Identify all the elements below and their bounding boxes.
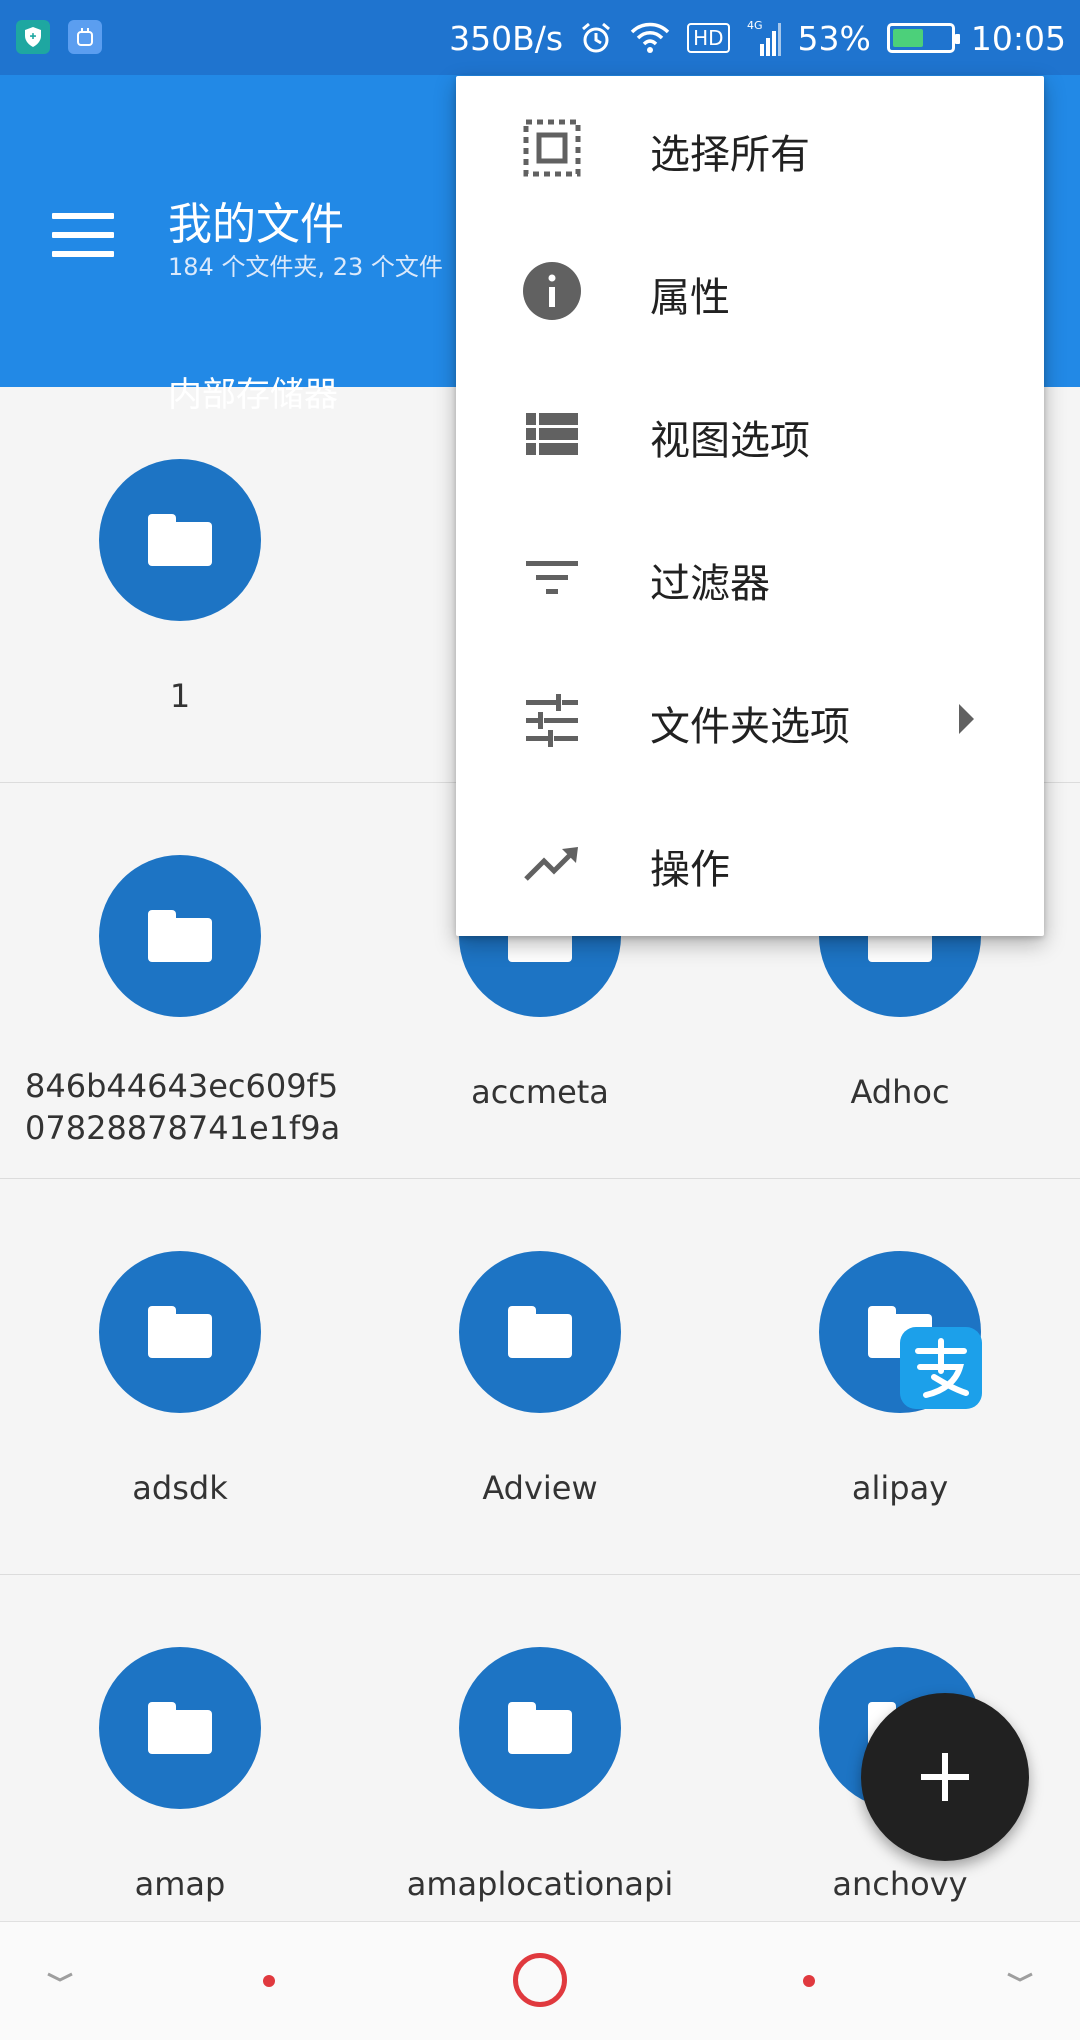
- folder-name-line2: 07828878741e1f9a: [25, 1109, 341, 1147]
- select-all-icon: [523, 119, 581, 177]
- svg-text:✚: ✚: [30, 32, 37, 41]
- battery-icon: [886, 23, 960, 53]
- folder-name: amaplocationapi: [406, 1865, 674, 1903]
- folder-name: anchovy: [832, 1865, 968, 1903]
- menu-item-label: 操作: [650, 847, 730, 893]
- chevron-down-icon[interactable]: [44, 1962, 76, 1994]
- file-manager-screen: ✚ 350B/s HD 4G 53% 10:05 我的文件 184 个文件夹, …: [0, 0, 1080, 2040]
- folder-name: Adhoc: [850, 1073, 950, 1111]
- menu-item-label: 选择所有: [650, 132, 810, 178]
- chevron-down-icon[interactable]: [1004, 1962, 1036, 1994]
- submenu-arrow-icon: [959, 704, 974, 734]
- tune-icon: [526, 694, 578, 747]
- menu-item-select-all[interactable]: 选择所有: [456, 76, 1044, 219]
- menu-item-filter[interactable]: 过滤器: [456, 505, 1044, 648]
- menu-item-view-options[interactable]: 视图选项: [456, 362, 1044, 505]
- clock: 10:05: [970, 18, 1066, 58]
- menu-item-folder-options[interactable]: 文件夹选项: [456, 648, 1044, 791]
- folder-item[interactable]: 1: [0, 387, 360, 783]
- shield-app-icon: ✚: [16, 20, 50, 54]
- folder-name: 1: [169, 677, 191, 715]
- folder-item[interactable]: 846b44643ec609f5 07828878741e1f9a: [0, 783, 360, 1179]
- wifi-icon: [629, 21, 671, 55]
- view-list-icon: [526, 413, 578, 455]
- folder-name: accmeta: [471, 1073, 609, 1111]
- svg-text:4G: 4G: [747, 19, 763, 32]
- folder-item[interactable]: alipay: [720, 1179, 1080, 1575]
- nav-recent-dot[interactable]: [803, 1975, 815, 1987]
- alipay-badge-icon: [900, 1327, 982, 1409]
- alarm-icon: [579, 21, 613, 55]
- folder-name: amap: [134, 1865, 226, 1903]
- folder-icon: [99, 1251, 261, 1413]
- overflow-menu: 选择所有 属性 视图选项 过滤器 文件夹选项 操作: [456, 76, 1044, 936]
- folder-name: adsdk: [132, 1469, 228, 1507]
- folder-icon: [99, 459, 261, 621]
- menu-item-label: 视图选项: [650, 418, 810, 464]
- signal-icon: 4G: [746, 18, 782, 58]
- battery-percent: 53%: [797, 18, 871, 58]
- folder-item[interactable]: amap: [0, 1575, 360, 1971]
- folder-item[interactable]: adsdk: [0, 1179, 360, 1575]
- menu-item-label: 过滤器: [650, 561, 770, 607]
- plus-icon: [921, 1753, 969, 1801]
- folder-name-line1: 846b44643ec609f5: [25, 1067, 339, 1105]
- filter-icon: [526, 561, 578, 594]
- add-button[interactable]: [861, 1693, 1029, 1861]
- menu-item-actions[interactable]: 操作: [456, 791, 1044, 934]
- hd-badge: HD: [687, 23, 730, 53]
- folder-item[interactable]: Adview: [360, 1179, 720, 1575]
- info-icon: [523, 262, 581, 320]
- folder-icon: [459, 1251, 621, 1413]
- menu-item-properties[interactable]: 属性: [456, 219, 1044, 362]
- network-speed: 350B/s: [449, 18, 564, 58]
- nav-home-button[interactable]: [513, 1953, 567, 2007]
- trending-icon: [524, 847, 578, 881]
- folder-name: 846b44643ec609f5 07828878741e1f9a: [25, 1065, 355, 1149]
- folder-icon: [99, 855, 261, 1017]
- menu-item-label: 文件夹选项: [650, 704, 850, 750]
- menu-item-label: 属性: [650, 275, 730, 321]
- folder-icon: [99, 1647, 261, 1809]
- android-app-icon: [68, 20, 102, 54]
- page-subtitle: 184 个文件夹, 23 个文件: [168, 253, 443, 281]
- folder-icon: [459, 1647, 621, 1809]
- status-bar: ✚ 350B/s HD 4G 53% 10:05: [0, 0, 1080, 75]
- folder-row: adsdk Adview alipay: [0, 1179, 1080, 1575]
- folder-name: alipay: [851, 1469, 949, 1507]
- folder-item[interactable]: amaplocationapi: [360, 1575, 720, 1971]
- nav-back-dot[interactable]: [263, 1975, 275, 1987]
- folder-name: Adview: [482, 1469, 598, 1507]
- page-title: 我的文件: [168, 199, 344, 250]
- hamburger-icon[interactable]: [52, 213, 114, 257]
